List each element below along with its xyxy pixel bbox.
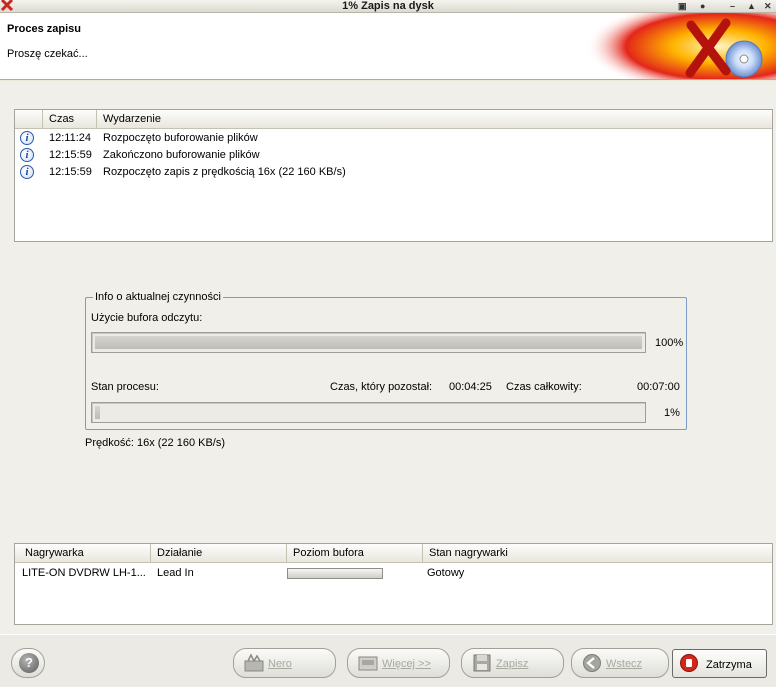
nero-button[interactable]: Nero xyxy=(233,648,336,678)
log-time: 12:15:59 xyxy=(49,149,92,161)
more-button[interactable]: Więcej >> xyxy=(347,648,450,678)
back-button-label: Wstecz xyxy=(606,658,643,670)
stop-button[interactable]: Zatrzyma xyxy=(672,649,767,678)
column-header-time[interactable]: Czas xyxy=(43,110,97,129)
recorder-name: LITE-ON DVDRW LH-1... xyxy=(22,567,146,579)
log-row[interactable]: i 12:11:24 Rozpoczęto buforowanie plików xyxy=(15,130,772,147)
back-arrow-icon xyxy=(583,654,601,672)
info-icon: i xyxy=(20,131,34,145)
buffer-usage-label: Użycie bufora odczytu: xyxy=(91,312,203,324)
log-row[interactable]: i 12:15:59 Zakończono buforowanie plików xyxy=(15,147,772,164)
save-button-label: Zapisz xyxy=(496,658,529,670)
record-icon: ● xyxy=(700,1,706,11)
close-icon[interactable]: ✕ xyxy=(764,0,772,12)
total-time-value: 00:07:00 xyxy=(637,381,680,393)
column-header-recorder[interactable]: Nagrywarka xyxy=(15,544,151,563)
recorder-status: Gotowy xyxy=(427,567,465,579)
column-header-action[interactable]: Działanie xyxy=(151,544,287,563)
maximize-icon[interactable]: ▲ xyxy=(747,0,756,12)
process-status-label: Stan procesu: xyxy=(91,381,159,393)
process-percent: 1% xyxy=(664,407,680,419)
stop-button-label: Zatrzyma xyxy=(706,659,752,671)
log-time: 12:15:59 xyxy=(49,166,92,178)
buffer-progress-fill xyxy=(95,336,642,349)
total-time-label: Czas całkowity: xyxy=(506,381,582,393)
event-log-header: Czas Wydarzenie xyxy=(15,110,772,129)
stop-icon xyxy=(680,654,698,672)
column-header-icon[interactable] xyxy=(15,110,43,129)
help-button[interactable]: ? xyxy=(11,648,45,678)
log-time: 12:11:24 xyxy=(49,132,92,144)
wizard-footer: ? Nero Więcej >> Zapisz Wstecz Zatrzyma xyxy=(0,634,776,687)
log-event: Rozpoczęto buforowanie plików xyxy=(103,132,258,144)
log-row[interactable]: i 12:15:59 Rozpoczęto zapis z prędkością… xyxy=(15,164,772,181)
wizard-header: Proces zapisu Proszę czekać... xyxy=(0,13,776,80)
info-icon: i xyxy=(20,165,34,179)
recorder-list-header: Nagrywarka Działanie Poziom bufora Stan … xyxy=(15,544,772,563)
process-progress-bar xyxy=(91,402,646,423)
event-log-list[interactable]: Czas Wydarzenie i 12:11:24 Rozpoczęto bu… xyxy=(14,109,773,242)
buffer-percent: 100% xyxy=(655,337,684,349)
group-legend: Info o aktualnej czynności xyxy=(93,291,223,304)
back-button[interactable]: Wstecz xyxy=(571,648,669,678)
column-header-event[interactable]: Wydarzenie xyxy=(97,110,774,129)
minimize-icon[interactable]: – xyxy=(730,0,735,12)
log-event: Zakończono buforowanie plików xyxy=(103,149,260,161)
log-event: Rozpoczęto zapis z prędkością 16x (22 16… xyxy=(103,166,346,178)
recorder-action: Lead In xyxy=(157,567,194,579)
recorder-buffer-bar xyxy=(287,568,383,579)
remaining-time-label: Czas, który pozostał: xyxy=(330,381,433,393)
save-button[interactable]: Zapisz xyxy=(461,648,564,678)
help-icon: ? xyxy=(19,653,39,673)
nvidia-icon: ▣ xyxy=(678,1,687,11)
more-button-label: Więcej >> xyxy=(382,658,431,670)
burn-icon xyxy=(244,653,264,672)
page-title: Proces zapisu xyxy=(7,23,81,35)
recorder-list[interactable]: Nagrywarka Działanie Poziom bufora Stan … xyxy=(14,543,773,625)
floppy-disk-icon xyxy=(473,654,491,672)
nero-app-icon xyxy=(0,0,14,12)
buffer-progress-bar xyxy=(91,332,646,353)
window-title: 1% Zapis na dysk xyxy=(342,0,434,12)
write-speed: Prędkość: 16x (22 160 KB/s) xyxy=(85,437,226,449)
device-icon xyxy=(358,656,378,671)
process-progress-fill xyxy=(95,406,101,419)
column-header-buffer-level[interactable]: Poziom bufora xyxy=(287,544,423,563)
page-subtitle: Proszę czekać... xyxy=(7,48,88,60)
column-header-recorder-status[interactable]: Stan nagrywarki xyxy=(423,544,774,563)
nero-button-label: Nero xyxy=(268,658,292,670)
remaining-time-value: 00:04:25 xyxy=(449,381,492,393)
nero-logo xyxy=(586,13,776,79)
info-icon: i xyxy=(20,148,34,162)
window-titlebar: 1% Zapis na dysk ▣ ● – ▲ ✕ xyxy=(0,0,776,13)
recorder-row[interactable]: LITE-ON DVDRW LH-1... Lead In Gotowy xyxy=(15,565,772,581)
